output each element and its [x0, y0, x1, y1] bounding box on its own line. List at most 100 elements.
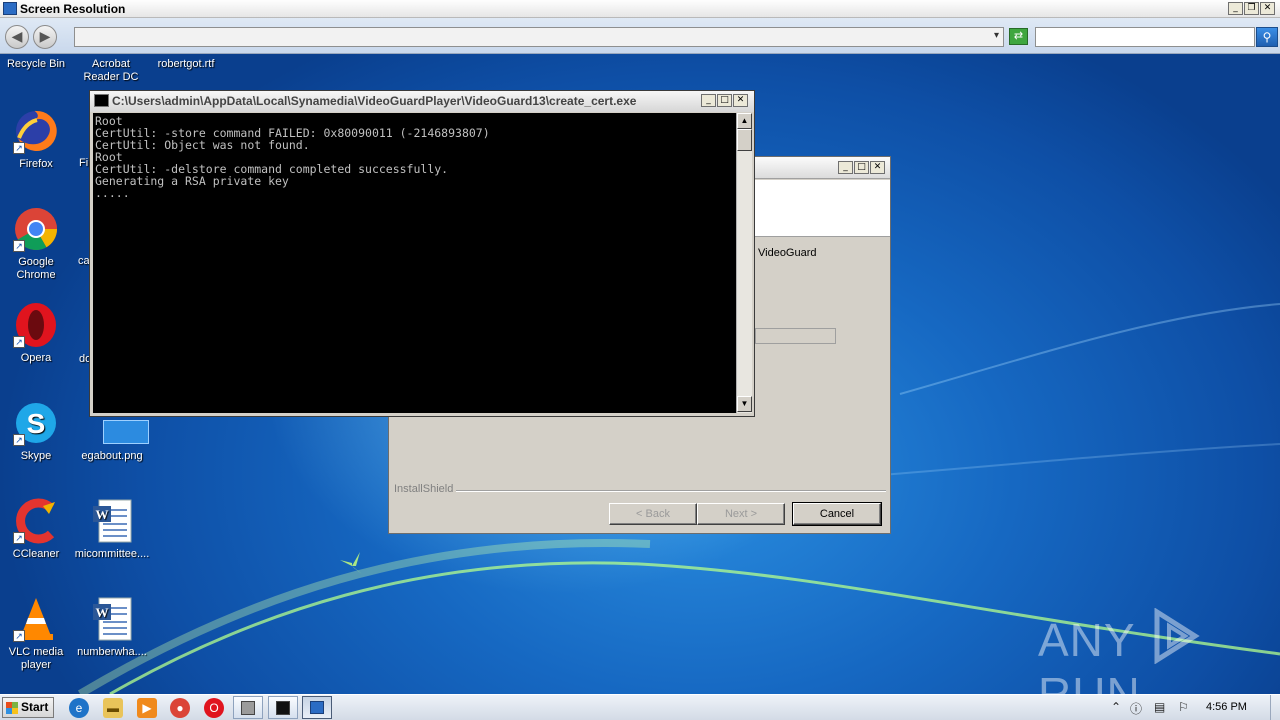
close-button[interactable]: ✕: [870, 161, 885, 174]
search-icon[interactable]: ⚲: [1256, 27, 1278, 47]
window-controls: _ ❐ ✕: [1228, 2, 1275, 15]
console-title: C:\Users\admin\AppData\Local\Synamedia\V…: [112, 94, 637, 108]
shortcut-arrow-icon: ↗: [13, 142, 25, 154]
search-input[interactable]: [1035, 27, 1255, 47]
console-task-icon: [276, 701, 290, 715]
ie-icon[interactable]: e: [69, 698, 89, 718]
scroll-up-icon[interactable]: ▲: [737, 113, 752, 129]
chrome-icon[interactable]: ●: [170, 698, 190, 718]
robertgot-rtf-label[interactable]: robertgot.rtf: [150, 58, 222, 71]
minimize-button[interactable]: _: [838, 161, 853, 174]
console-line: CertUtil: Object was not found.: [95, 138, 310, 152]
desktop-icon-label: CCleaner: [12, 548, 60, 560]
installshield-brand: InstallShield: [394, 483, 457, 495]
maximize-button[interactable]: □: [717, 94, 732, 107]
console-controls: _ □ ✕: [701, 94, 748, 107]
svg-text:W: W: [96, 605, 109, 620]
vlc-icon: ↗: [13, 596, 59, 642]
installer-task[interactable]: [233, 696, 263, 719]
explorer-folder-icon[interactable]: ▬: [103, 698, 123, 718]
svg-text:S: S: [27, 408, 46, 439]
ccleaner-icon: ↗: [13, 498, 59, 544]
desktop-icon-opera[interactable]: ↗ Opera: [0, 302, 74, 365]
cancel-button[interactable]: Cancel: [792, 502, 882, 526]
vertical-scrollbar[interactable]: ▲ ▼: [736, 113, 752, 413]
console-text: Root CertUtil: -store command FAILED: 0x…: [95, 115, 490, 199]
flag-icon[interactable]: ⚐: [1178, 700, 1189, 714]
system-tray: ⌃ ⓘ ▤ ⚐: [1100, 695, 1280, 720]
progress-bar: [755, 328, 836, 344]
back-button[interactable]: < Back: [609, 503, 697, 525]
desktop-icon-label: Opera: [20, 352, 52, 364]
shortcut-arrow-icon: ↗: [13, 240, 25, 252]
desktop-icon-label: Google Chrome: [16, 256, 56, 281]
media-player-icon[interactable]: ▶: [137, 698, 157, 718]
close-button[interactable]: ✕: [1260, 2, 1275, 15]
back-button[interactable]: ◀: [5, 25, 29, 49]
console-titlebar: C:\Users\admin\AppData\Local\Synamedia\V…: [90, 91, 754, 112]
console-output[interactable]: Root CertUtil: -store command FAILED: 0x…: [93, 113, 736, 413]
desktop-icon-label: Skype: [20, 450, 52, 462]
desktop-icon-label: VLC media player: [8, 646, 64, 671]
maximize-button[interactable]: □: [854, 161, 869, 174]
tray-info-icon[interactable]: ⓘ: [1130, 700, 1142, 717]
partial-desktop-label[interactable]: Fi: [79, 157, 88, 170]
address-toolbar: ◀ ▶ ▾ ⇄ ⚲: [0, 18, 1280, 54]
desktop-icon-ccleaner[interactable]: ↗ CCleaner: [0, 498, 74, 561]
opera-icon[interactable]: O: [204, 698, 224, 718]
start-label: Start: [21, 700, 49, 714]
recycle-bin-label[interactable]: Recycle Bin: [0, 58, 72, 71]
refresh-icon[interactable]: ⇄: [1009, 28, 1028, 45]
skype-icon: S ↗: [13, 400, 59, 446]
scroll-down-icon[interactable]: ▼: [737, 396, 752, 412]
desktop-icon-label: numberwha....: [77, 646, 147, 658]
console-icon: [94, 94, 109, 107]
clock[interactable]: 4:56 PM: [1206, 701, 1247, 713]
console-line: .....: [95, 186, 130, 200]
minimize-button[interactable]: _: [701, 94, 716, 107]
taskbar: Start e ▬ ▶ ● O ⌃ ⓘ ▤ ⚐ 4:56 PM: [0, 694, 1280, 720]
window-title: Screen Resolution: [20, 2, 126, 16]
window-titlebar: Screen Resolution _ ❐ ✕: [0, 0, 1280, 18]
console-task[interactable]: [268, 696, 298, 719]
opera-icon: ↗: [13, 302, 59, 348]
display-icon: [310, 701, 324, 714]
desktop-icon-label: Firefox: [19, 158, 53, 170]
desktop-icon-firefox[interactable]: ↗ Firefox: [0, 108, 74, 171]
desktop-icon-label: micommittee....: [74, 548, 150, 560]
display-icon: [3, 2, 17, 15]
word-document-icon: W: [89, 596, 135, 642]
forward-button[interactable]: ▶: [33, 25, 57, 49]
firefox-icon: ↗: [13, 108, 59, 154]
scroll-thumb[interactable]: [737, 129, 752, 151]
shortcut-arrow-icon: ↗: [13, 434, 25, 446]
console-window: C:\Users\admin\AppData\Local\Synamedia\V…: [89, 90, 755, 417]
minimize-button[interactable]: _: [1228, 2, 1243, 15]
windows-logo-icon: [6, 702, 18, 714]
desktop-icon-chrome[interactable]: ↗ Google Chrome: [0, 206, 74, 282]
desktop-icon-micommittee[interactable]: W micommittee....: [74, 498, 150, 561]
chevron-down-icon[interactable]: ▾: [994, 30, 999, 41]
close-button[interactable]: ✕: [733, 94, 748, 107]
network-icon[interactable]: ▤: [1154, 700, 1165, 714]
shortcut-arrow-icon: ↗: [13, 532, 25, 544]
next-button[interactable]: Next >: [697, 503, 785, 525]
partial-desktop-label[interactable]: ca: [78, 255, 90, 268]
tray-expand-icon[interactable]: ⌃: [1111, 700, 1121, 714]
word-document-icon: W: [89, 498, 135, 544]
desktop-icon-skype[interactable]: S ↗ Skype: [0, 400, 74, 463]
show-desktop-button[interactable]: [1270, 695, 1280, 720]
dialog-controls: _ □ ✕: [838, 161, 885, 174]
screen-resolution-task[interactable]: [302, 696, 332, 719]
shortcut-arrow-icon: ↗: [13, 336, 25, 348]
acrobat-reader-label[interactable]: Acrobat Reader DC: [80, 58, 142, 84]
play-logo-icon: [1154, 608, 1200, 664]
restore-button[interactable]: ❐: [1244, 2, 1259, 15]
divider: [394, 490, 886, 492]
shortcut-arrow-icon: ↗: [13, 630, 25, 642]
chrome-icon: ↗: [13, 206, 59, 252]
address-field[interactable]: ▾: [74, 27, 1004, 47]
desktop-icon-vlc[interactable]: ↗ VLC media player: [0, 596, 74, 672]
start-button[interactable]: Start: [2, 697, 54, 718]
desktop-icon-numberwha[interactable]: W numberwha....: [74, 596, 150, 659]
